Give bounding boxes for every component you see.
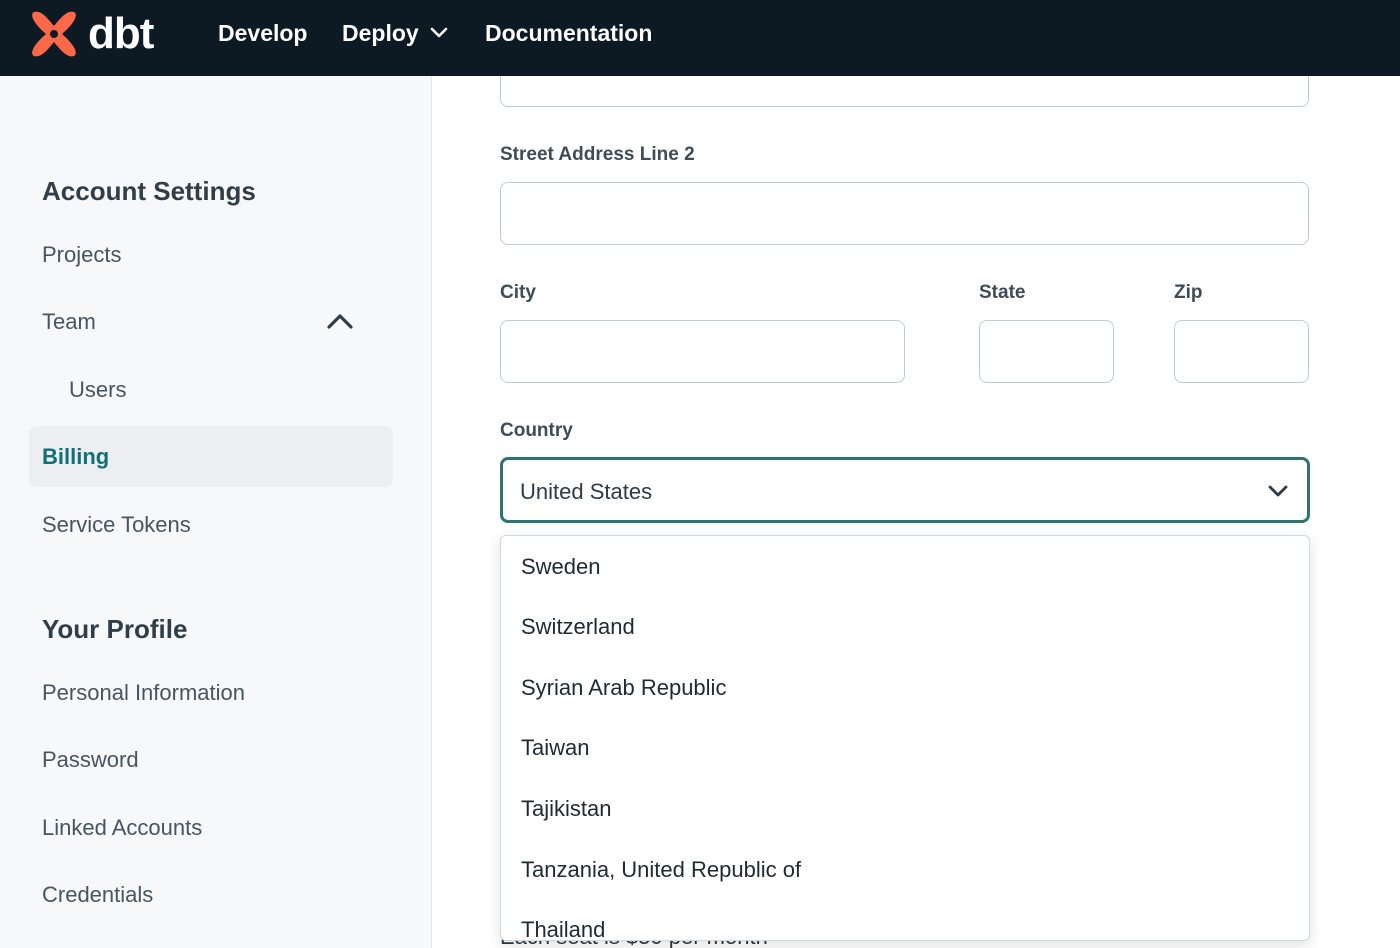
dbt-logo-icon — [32, 11, 76, 57]
logo-text: dbt — [88, 9, 154, 58]
nav-deploy[interactable]: Deploy — [342, 0, 449, 66]
country-option[interactable]: Thailand — [521, 917, 605, 940]
country-option[interactable]: Taiwan — [521, 735, 589, 761]
nav-develop[interactable]: Develop — [218, 0, 307, 66]
country-dropdown-menu: Sweden Switzerland Syrian Arab Republic … — [500, 535, 1310, 941]
zip-input[interactable] — [1174, 320, 1309, 383]
chevron-down-icon — [1268, 485, 1288, 497]
country-label: Country — [500, 420, 573, 441]
city-label: City — [500, 282, 536, 303]
country-option[interactable]: Sweden — [521, 554, 601, 580]
top-navigation: dbt Develop Deploy Documentation — [0, 0, 1400, 76]
street-address-line-2-label: Street Address Line 2 — [500, 144, 695, 165]
chevron-down-icon — [430, 27, 447, 38]
nav-deploy-label: Deploy — [342, 20, 419, 46]
sidebar-item-billing[interactable]: Billing — [42, 444, 109, 470]
country-select[interactable]: United States — [500, 457, 1310, 523]
zip-label: Zip — [1174, 282, 1203, 303]
sidebar-item-service-tokens[interactable]: Service Tokens — [42, 512, 191, 538]
nav-documentation[interactable]: Documentation — [485, 0, 652, 66]
street-address-line-2-input[interactable] — [500, 182, 1309, 245]
sidebar-item-password[interactable]: Password — [42, 747, 139, 773]
sidebar-item-users[interactable]: Users — [69, 377, 126, 403]
settings-sidebar: Account Settings Projects Team Users Bil… — [0, 76, 432, 948]
sidebar-item-projects[interactable]: Projects — [42, 242, 121, 268]
country-select-value: United States — [520, 479, 653, 504]
dbt-logo[interactable]: dbt — [28, 8, 154, 60]
country-option[interactable]: Tanzania, United Republic of — [521, 857, 801, 883]
sidebar-item-linked-accounts[interactable]: Linked Accounts — [42, 815, 202, 841]
country-option[interactable]: Tajikistan — [521, 796, 611, 822]
country-option[interactable]: Switzerland — [521, 614, 635, 640]
account-settings-heading: Account Settings — [42, 176, 256, 206]
sidebar-item-personal-information[interactable]: Personal Information — [42, 680, 245, 706]
sidebar-item-team[interactable]: Team — [42, 309, 96, 335]
sidebar-item-credentials[interactable]: Credentials — [42, 882, 153, 908]
chevron-up-icon[interactable] — [326, 310, 354, 332]
city-input[interactable] — [500, 320, 905, 383]
country-option[interactable]: Syrian Arab Republic — [521, 675, 726, 701]
your-profile-heading: Your Profile — [42, 614, 188, 644]
state-input[interactable] — [979, 320, 1114, 383]
street-address-line-1-input[interactable] — [500, 76, 1309, 107]
state-label: State — [979, 282, 1026, 303]
